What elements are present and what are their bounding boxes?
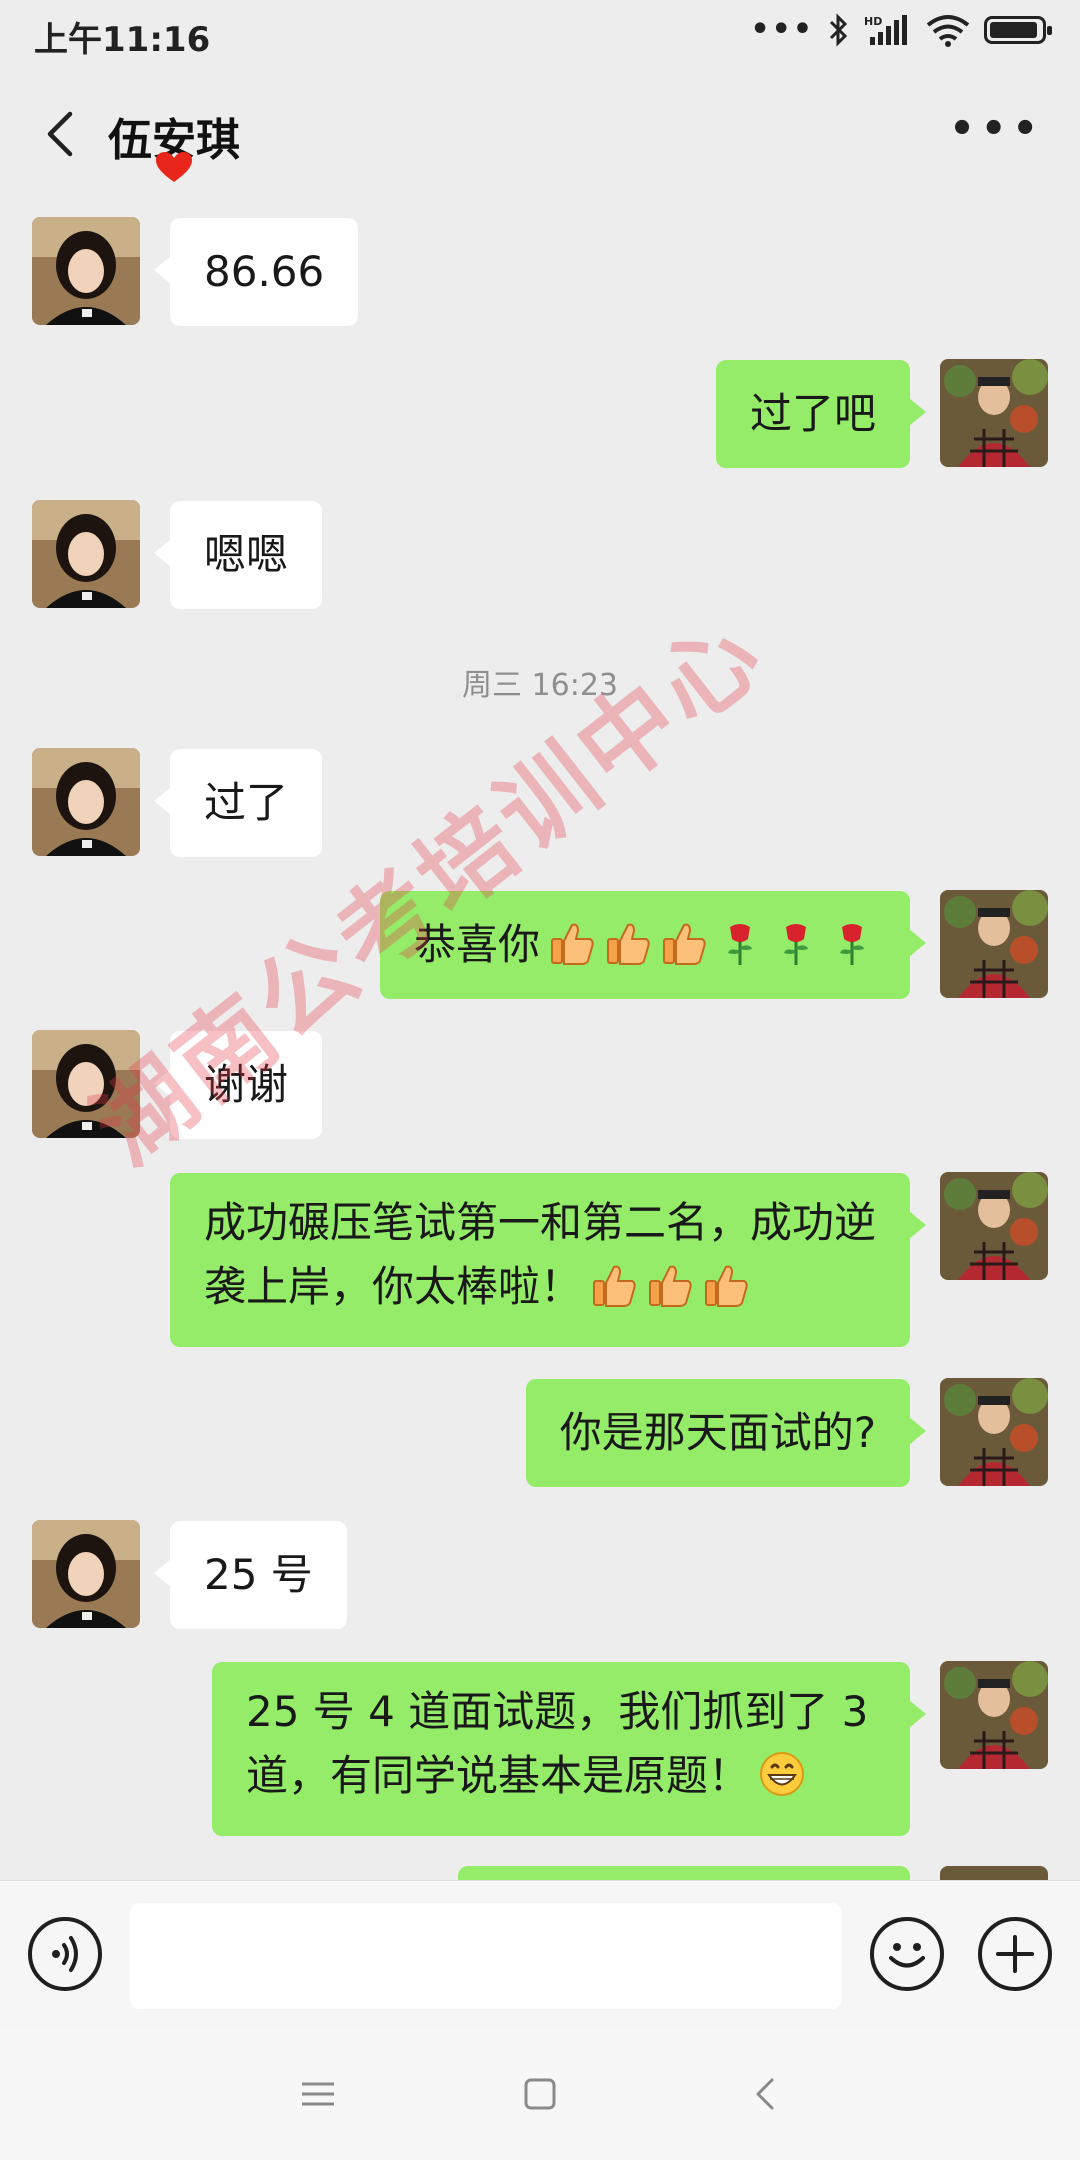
message-row: 25 号 bbox=[0, 1520, 1080, 1630]
heart-icon bbox=[156, 152, 192, 182]
home-icon[interactable] bbox=[518, 2072, 562, 2116]
message-bubble-received[interactable]: 嗯嗯 bbox=[153, 501, 323, 609]
message-row: 86.66 bbox=[0, 217, 1080, 327]
message-row: 恭喜你 bbox=[0, 890, 1080, 1000]
avatar[interactable] bbox=[940, 1866, 1048, 1880]
message-text: 恭喜你 bbox=[413, 920, 540, 969]
avatar[interactable] bbox=[32, 217, 140, 325]
rose-icon bbox=[728, 924, 752, 965]
signal-dots-icon: ••• bbox=[750, 12, 814, 47]
avatar[interactable] bbox=[940, 1172, 1048, 1280]
message-text: 过了 bbox=[204, 778, 289, 827]
message-row: 25 号 4 道面试题，我们抓到了 3 道，有同学说基本是原题！ bbox=[0, 1661, 1080, 1837]
plus-icon bbox=[996, 1935, 1034, 1973]
message-bubble-received[interactable]: 86.66 bbox=[153, 218, 359, 326]
status-icons: ••• HD bbox=[750, 12, 1052, 47]
back-nav-icon[interactable] bbox=[744, 2072, 788, 2116]
message-text: 你是那天面试的? bbox=[559, 1408, 876, 1457]
thumbs-up-icon bbox=[593, 1265, 636, 1307]
avatar[interactable] bbox=[940, 1661, 1048, 1769]
message-row: 嗯嗯 bbox=[0, 500, 1080, 610]
avatar[interactable] bbox=[32, 1520, 140, 1628]
message-row-partial bbox=[0, 1866, 1080, 1880]
bluetooth-icon bbox=[829, 12, 848, 47]
message-bubble-received[interactable]: 过了 bbox=[153, 749, 323, 857]
message-bubble-sent[interactable] bbox=[458, 1866, 910, 1880]
message-row: 过了 bbox=[0, 748, 1080, 858]
avatar[interactable] bbox=[32, 1030, 140, 1138]
avatar[interactable] bbox=[940, 359, 1048, 467]
emoji-button[interactable] bbox=[870, 1917, 944, 1991]
system-nav-bar bbox=[0, 2028, 1080, 2160]
avatar[interactable] bbox=[940, 890, 1048, 998]
rose-icon bbox=[840, 924, 864, 965]
status-bar: 上午11:16 ••• HD bbox=[0, 0, 1080, 66]
message-input[interactable] bbox=[130, 1903, 842, 2009]
message-text: 86.66 bbox=[204, 247, 325, 296]
chat-header: 伍安琪 ••• bbox=[0, 66, 1080, 200]
svg-text:HD: HD bbox=[864, 15, 882, 28]
avatar[interactable] bbox=[32, 500, 140, 608]
message-row: 过了吧 bbox=[0, 359, 1080, 469]
rose-icon bbox=[784, 924, 808, 965]
message-row: 你是那天面试的? bbox=[0, 1378, 1080, 1488]
avatar[interactable] bbox=[940, 1378, 1048, 1486]
message-bubble-sent[interactable]: 恭喜你 bbox=[379, 891, 927, 999]
menu-icon[interactable] bbox=[296, 2072, 340, 2116]
message-row: 成功碾压笔试第一和第二名，成功逆袭上岸，你太棒啦！ bbox=[0, 1172, 1080, 1348]
more-dots-icon[interactable]: ••• bbox=[949, 106, 1044, 152]
wifi-icon bbox=[926, 14, 970, 47]
thumbs-up-icon bbox=[607, 923, 650, 965]
thumbs-up-icon bbox=[551, 923, 594, 965]
message-text: 嗯嗯 bbox=[204, 530, 289, 579]
thumbs-up-icon bbox=[663, 923, 706, 965]
emoji-icon bbox=[889, 1943, 925, 1968]
message-bubble-sent[interactable]: 过了吧 bbox=[715, 360, 927, 468]
chat-timestamp: 周三 16:23 bbox=[462, 668, 618, 703]
message-text: 过了吧 bbox=[749, 389, 876, 438]
voice-icon bbox=[52, 1936, 78, 1972]
plus-button[interactable] bbox=[978, 1917, 1052, 1991]
message-bubble-sent[interactable]: 你是那天面试的? bbox=[525, 1379, 927, 1487]
grin-icon bbox=[760, 1752, 805, 1796]
message-text: 谢谢 bbox=[204, 1060, 289, 1109]
message-bubble-sent[interactable]: 25 号 4 道面试题，我们抓到了 3 道，有同学说基本是原题！ bbox=[212, 1662, 926, 1836]
chevron-left-icon[interactable] bbox=[34, 104, 94, 164]
battery-icon bbox=[984, 15, 1052, 44]
message-bubble-sent[interactable]: 成功碾压笔试第一和第二名，成功逆袭上岸，你太棒啦！ bbox=[170, 1173, 926, 1347]
hd-signal-icon: HD bbox=[864, 14, 907, 45]
input-bar bbox=[0, 1880, 1080, 2029]
message-text: 成功碾压笔试第一和第二名，成功逆袭上岸，你太棒啦！ bbox=[204, 1198, 877, 1311]
thumbs-up-icon bbox=[705, 1265, 748, 1307]
message-row: 谢谢 bbox=[0, 1030, 1080, 1140]
message-bubble-received[interactable]: 25 号 bbox=[154, 1521, 347, 1629]
message-text: 25 号 bbox=[204, 1550, 313, 1599]
thumbs-up-icon bbox=[649, 1265, 692, 1307]
message-bubble-received[interactable]: 谢谢 bbox=[153, 1031, 323, 1139]
voice-button[interactable] bbox=[28, 1917, 102, 1991]
avatar[interactable] bbox=[32, 748, 140, 856]
status-time: 上午11:16 bbox=[34, 20, 211, 60]
